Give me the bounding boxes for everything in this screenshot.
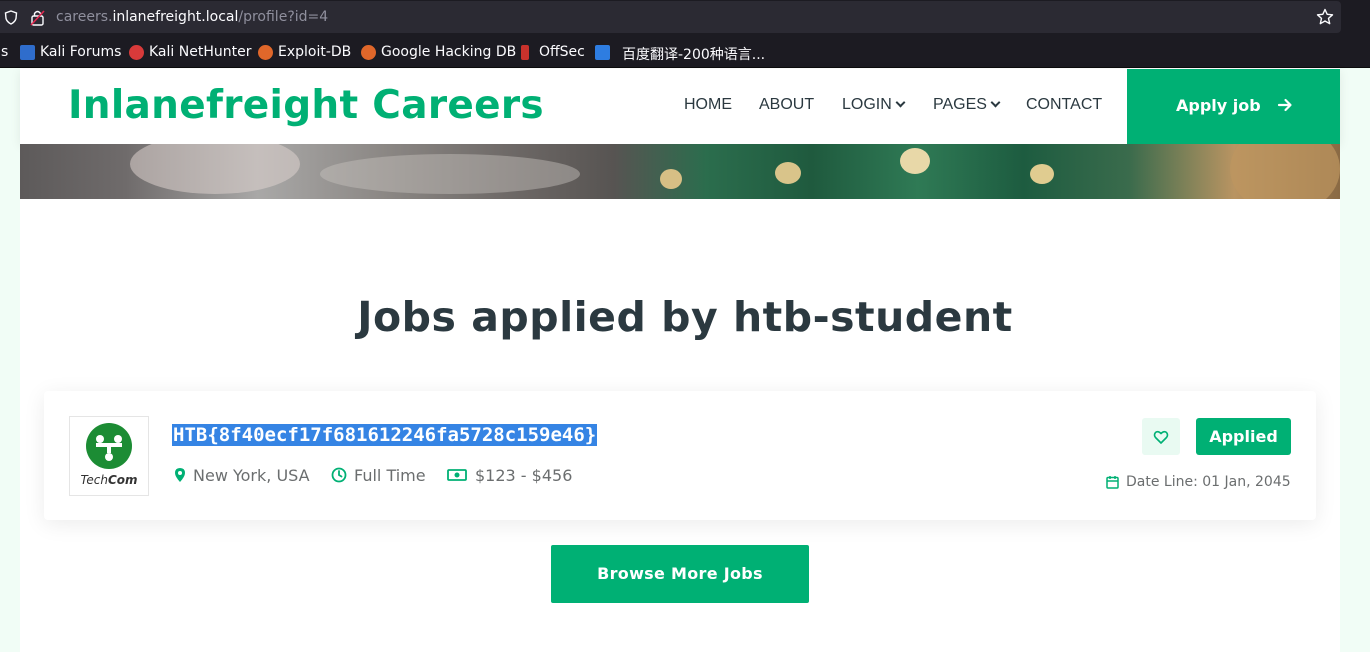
site-header: Inlanefreight Careers HOME ABOUT LOGIN P… — [20, 69, 1340, 144]
insecure-lock-icon[interactable] — [30, 9, 45, 26]
bookmark-offsec[interactable]: OffSec — [539, 44, 585, 60]
shield-icon[interactable] — [4, 10, 18, 25]
google-hacking-db-icon — [361, 45, 376, 60]
job-salary: $123 - $456 — [475, 466, 573, 485]
nav-login[interactable]: LOGIN — [842, 96, 906, 114]
arrow-right-icon — [1277, 98, 1292, 112]
nav-login-label: LOGIN — [842, 96, 892, 113]
site-brand[interactable]: Inlanefreight Careers — [68, 83, 544, 128]
hero-flower-shape — [900, 148, 930, 174]
url-subdomain: careers. — [56, 9, 113, 25]
baidu-translate-icon — [595, 45, 610, 60]
nav-home[interactable]: HOME — [684, 96, 732, 114]
nav-contact[interactable]: CONTACT — [1026, 96, 1102, 114]
techcom-logo-icon — [96, 435, 122, 461]
hero-banner-image — [20, 144, 1340, 199]
job-location: New York, USA — [193, 466, 310, 485]
page-title: Jobs applied by htb-student — [357, 293, 1013, 341]
company-logo-text-bold: Com — [107, 473, 138, 487]
clock-icon — [331, 467, 347, 483]
job-type: Full Time — [354, 466, 426, 485]
url-host: inlanefreight.local — [112, 9, 239, 25]
url-path: /profile?id=4 — [238, 9, 329, 25]
bookmark-baidu-translate[interactable]: 百度翻译-200种语言... — [622, 44, 765, 64]
bookmark-kali-forums[interactable]: Kali Forums — [40, 44, 121, 60]
chevron-down-icon — [990, 97, 1001, 108]
hero-flower-shape — [1030, 164, 1054, 184]
kali-forums-icon — [20, 45, 35, 60]
apply-job-label: Apply job — [1176, 96, 1261, 115]
browser-toolbar: careers.inlanefreight.local/profile?id=4 — [0, 0, 1370, 36]
chevron-down-icon — [895, 97, 906, 108]
job-date-line: Date Line: 01 Jan, 2045 — [1126, 474, 1291, 490]
address-bar[interactable]: careers.inlanefreight.local/profile?id=4 — [0, 1, 1341, 33]
kali-nethunter-icon — [129, 45, 144, 60]
bookmarks-toolbar: s Kali Forums Kali NetHunter Exploit-DB … — [0, 36, 1370, 68]
hero-hand-shape — [130, 144, 300, 194]
nav-about[interactable]: ABOUT — [759, 96, 814, 114]
job-title[interactable]: HTB{8f40ecf17f681612246fa5728c159e46} — [172, 424, 598, 446]
heart-icon — [1153, 430, 1169, 444]
hero-hair-shape — [1230, 144, 1340, 199]
hero-flower-shape — [775, 162, 801, 184]
bookmark-kali-nethunter[interactable]: Kali NetHunter — [149, 44, 251, 60]
company-logo-text: TechCom — [70, 473, 148, 487]
bookmark-google-hacking-db[interactable]: Google Hacking DB — [381, 44, 516, 60]
hero-hand-shape — [320, 154, 580, 194]
url-text[interactable]: careers.inlanefreight.local/profile?id=4 — [56, 9, 328, 25]
nav-pages-label: PAGES — [933, 96, 987, 113]
bookmark-exploit-db[interactable]: Exploit-DB — [278, 44, 351, 60]
favorite-button[interactable] — [1142, 418, 1180, 455]
browse-more-jobs-button[interactable]: Browse More Jobs — [551, 545, 809, 603]
money-bill-icon — [447, 469, 467, 481]
calendar-icon — [1106, 476, 1119, 489]
nav-pages[interactable]: PAGES — [933, 96, 1001, 114]
bookmark-truncated[interactable]: s — [1, 44, 8, 60]
applied-status-button[interactable]: Applied — [1196, 418, 1291, 455]
apply-job-button[interactable]: Apply job — [1127, 69, 1340, 144]
company-logo-text-light: Tech — [80, 473, 108, 487]
hero-flower-shape — [660, 169, 682, 189]
exploit-db-icon — [258, 45, 273, 60]
job-card: TechCom HTB{8f40ecf17f681612246fa5728c15… — [44, 391, 1316, 520]
map-marker-icon — [175, 468, 185, 482]
bookmark-star-icon[interactable] — [1316, 8, 1334, 26]
company-logo-mark — [86, 423, 132, 469]
company-logo: TechCom — [69, 416, 149, 496]
offsec-icon — [521, 45, 529, 60]
